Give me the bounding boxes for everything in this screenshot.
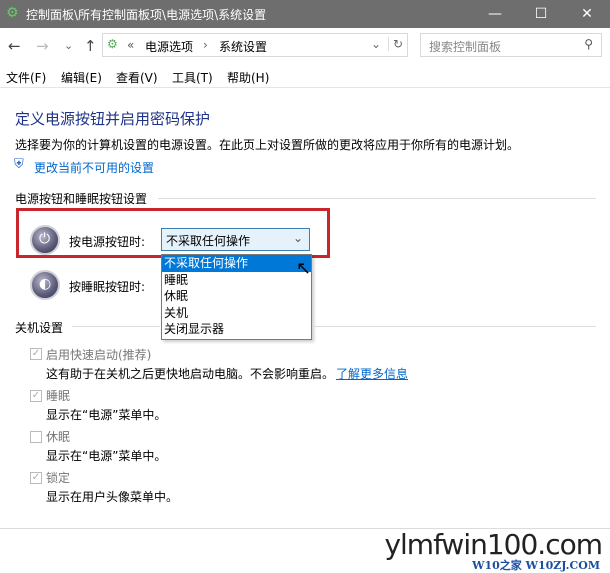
option-sleep[interactable]: 睡眠 <box>162 272 311 289</box>
breadcrumb-overflow[interactable]: « <box>127 38 134 52</box>
hibernate-label: 休眠 <box>46 430 71 444</box>
refresh-button[interactable]: ↻ <box>388 37 403 51</box>
lock-label: 锁定 <box>46 471 71 485</box>
minimize-button[interactable]: — <box>472 0 518 28</box>
power-button-action-select[interactable]: 不采取任何操作 ⌄ <box>161 228 310 251</box>
dropdown-list: 不采取任何操作 睡眠 休眠 关机 关闭显示器 <box>161 254 312 340</box>
search-placeholder: 搜索控制面板 <box>429 40 502 54</box>
breadcrumb-system-settings[interactable]: 系统设置 <box>219 38 267 55</box>
learn-more-link[interactable]: 了解更多信息 <box>336 365 408 382</box>
divider <box>72 326 160 327</box>
hibernate-checkbox[interactable] <box>30 431 42 443</box>
search-input[interactable]: 搜索控制面板 ⚲ <box>420 33 602 57</box>
control-panel-icon: ⚙ <box>6 5 19 21</box>
title-bar: ⚙ 控制面板\所有控制面板项\电源选项\系统设置 — ☐ ✕ <box>0 0 610 28</box>
lock-checkbox[interactable]: ✓ <box>30 472 42 484</box>
section-header-shutdown: 关机设置 <box>15 321 64 335</box>
sleep-label: 睡眠 <box>46 389 71 403</box>
sleep-button-icon: ◐ <box>30 270 60 300</box>
mouse-cursor-icon: ↖ <box>296 258 312 279</box>
lock-desc: 显示在用户头像菜单中。 <box>46 490 179 504</box>
sleep-desc: 显示在“电源”菜单中。 <box>46 408 167 422</box>
section-header-buttons: 电源按钮和睡眠按钮设置 <box>15 192 148 206</box>
option-hibernate[interactable]: 休眠 <box>162 288 311 305</box>
breadcrumb-power-options[interactable]: 电源选项 <box>145 38 193 55</box>
recent-locations-button[interactable]: ⌄ <box>64 39 73 52</box>
uac-shield-icon: ⛨ <box>14 157 24 172</box>
option-turn-off-display[interactable]: 关闭显示器 <box>162 321 311 338</box>
close-button[interactable]: ✕ <box>564 0 610 28</box>
window-title: 控制面板\所有控制面板项\电源选项\系统设置 <box>26 8 267 22</box>
hibernate-desc: 显示在“电源”菜单中。 <box>46 449 167 463</box>
divider <box>158 198 596 199</box>
sleep-button-label: 按睡眠按钮时: <box>69 280 146 294</box>
selected-value: 不采取任何操作 <box>166 234 251 248</box>
divider <box>312 326 596 327</box>
change-unavailable-settings-link[interactable]: 更改当前不可用的设置 <box>34 159 154 176</box>
option-shut-down[interactable]: 关机 <box>162 305 311 322</box>
control-panel-icon: ⚙ <box>107 37 118 51</box>
menu-edit[interactable]: 编辑(E) <box>61 69 102 86</box>
back-button[interactable]: ← <box>8 37 21 55</box>
power-button-icon: ⏻ <box>30 225 60 255</box>
breadcrumb-separator: › <box>203 38 208 52</box>
up-button[interactable]: ↑ <box>84 37 97 55</box>
search-icon[interactable]: ⚲ <box>584 37 593 51</box>
power-button-label: 按电源按钮时: <box>69 235 146 249</box>
address-bar[interactable]: ⚙ « 电源选项 › 系统设置 ⌄ ↻ <box>102 33 408 57</box>
menu-view[interactable]: 查看(V) <box>116 69 158 86</box>
menu-help[interactable]: 帮助(H) <box>227 69 269 86</box>
sleep-checkbox[interactable]: ✓ <box>30 390 42 402</box>
option-do-nothing[interactable]: 不采取任何操作 <box>162 255 311 272</box>
chevron-down-icon: ⌄ <box>292 231 303 245</box>
address-dropdown-button[interactable]: ⌄ <box>371 37 381 51</box>
menu-tools[interactable]: 工具(T) <box>172 69 213 86</box>
fast-startup-checkbox[interactable]: ✓ <box>30 348 42 360</box>
page-description: 选择要为你的计算机设置的电源设置。在此页上对设置所做的更改将应用于你所有的电源计… <box>15 138 520 152</box>
page-title: 定义电源按钮并启用密码保护 <box>15 110 211 128</box>
fast-startup-label: 启用快速启动(推荐) <box>46 348 152 362</box>
fast-startup-desc: 这有助于在关机之后更快地启动电脑。不会影响重启。 <box>46 367 335 381</box>
forward-button[interactable]: → <box>36 37 49 55</box>
maximize-button[interactable]: ☐ <box>518 0 564 28</box>
menu-file[interactable]: 文件(F) <box>6 69 46 86</box>
menu-bar: 文件(F) 编辑(E) 查看(V) 工具(T) 帮助(H) <box>0 64 610 88</box>
